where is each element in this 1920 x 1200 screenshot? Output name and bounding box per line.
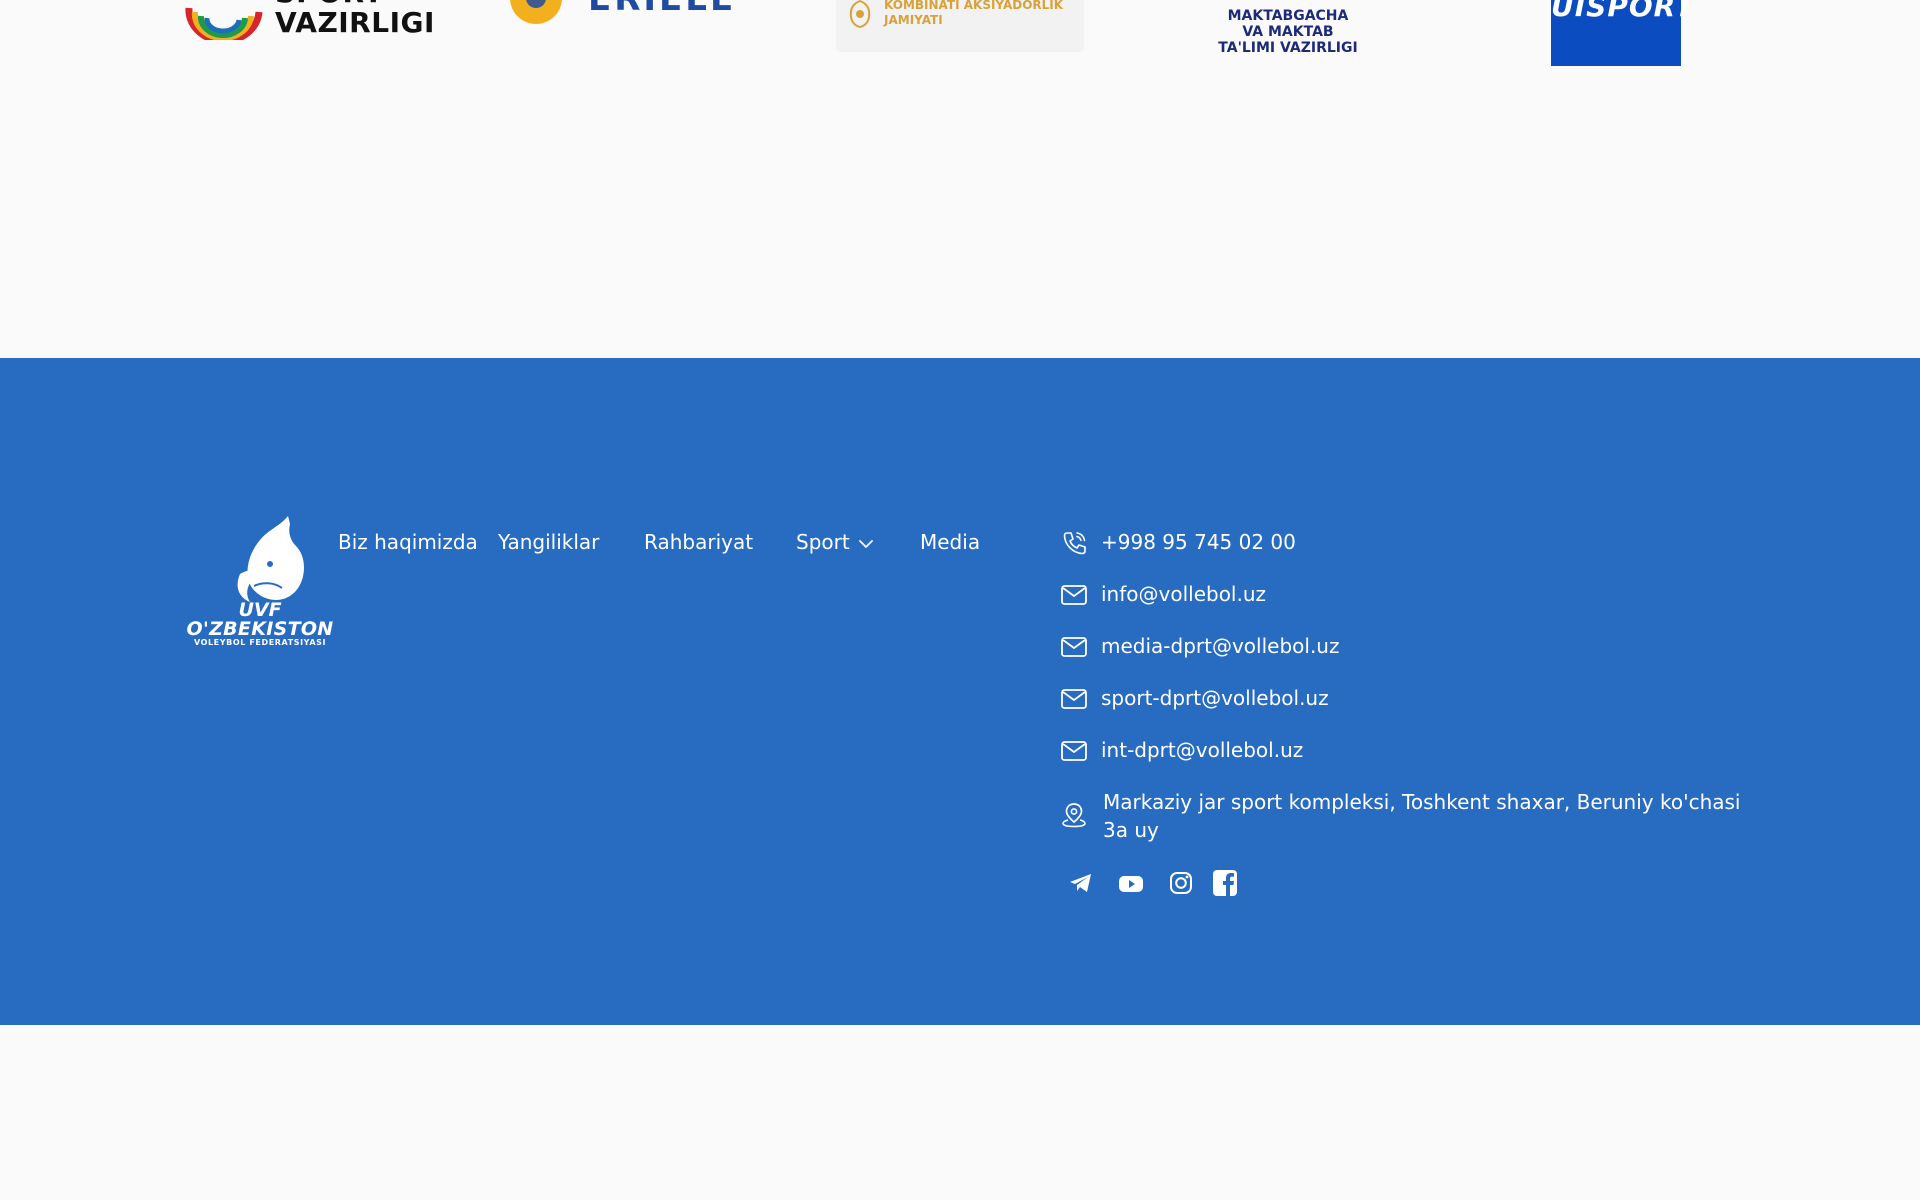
- mail-icon: [1061, 637, 1087, 657]
- sport-ministry-line2: VAZIRLIGI: [275, 6, 435, 39]
- phone-number[interactable]: +998 95 745 02 00: [1101, 528, 1296, 556]
- combine-line1: KOMBINATI AKSIYADORLIK: [884, 0, 1064, 12]
- partner-combine-logo[interactable]: KOMBINATI AKSIYADORLIK JAMIYATI: [836, 0, 1084, 52]
- nav-yangiliklar[interactable]: Yangiliklar: [498, 528, 599, 556]
- address-text: Markaziy jar sport kompleksi, Toshkent s…: [1103, 790, 1741, 842]
- partner-eriell-logo[interactable]: ERIELL: [508, 0, 768, 32]
- uisport-wordmark: UISPORT: [1551, 0, 1696, 23]
- social-links: [1062, 868, 1262, 900]
- map-pin-icon: [1062, 803, 1086, 828]
- nav-sport-dropdown[interactable]: Sport: [796, 528, 874, 556]
- instagram-icon[interactable]: [1166, 868, 1196, 898]
- facebook-icon[interactable]: [1210, 868, 1240, 898]
- combine-emblem-icon: [849, 0, 871, 28]
- partner-maktab-logo[interactable]: MAKTABGACHA VA MAKTAB TA'LIMI VAZIRLIGI: [1200, 8, 1376, 60]
- nav-biz-haqimizda[interactable]: Biz haqimizda: [338, 528, 478, 556]
- email-info[interactable]: info@vollebol.uz: [1101, 580, 1266, 608]
- partners-strip: SPORT VAZIRLIGI ERIELL KOMBINATI AKSIYAD…: [0, 0, 1920, 80]
- eriell-emblem-icon: [510, 0, 562, 24]
- mail-icon: [1061, 741, 1087, 761]
- logo-abbr: UVF: [238, 599, 282, 621]
- mail-icon: [1061, 689, 1087, 709]
- telegram-icon[interactable]: [1066, 868, 1096, 898]
- maktab-line1: MAKTABGACHA: [1227, 8, 1349, 24]
- eagle-emblem-icon: [237, 516, 304, 602]
- site-footer: UVF O'ZBEKISTON VOLEYBOL FEDERATSIYASI B…: [0, 358, 1920, 1025]
- maktab-line2: VA MAKTAB: [1242, 24, 1334, 40]
- nav-sport-label: Sport: [796, 530, 850, 554]
- combine-line2: JAMIYATI: [884, 13, 943, 27]
- sport-ministry-emblem-icon: [185, 7, 263, 40]
- email-int[interactable]: int-dprt@vollebol.uz: [1101, 736, 1303, 764]
- partner-uisport-logo[interactable]: UISPORT: [1551, 0, 1694, 66]
- email-media[interactable]: media-dprt@vollebol.uz: [1101, 632, 1339, 660]
- uvf-logo[interactable]: UVF O'ZBEKISTON VOLEYBOL FEDERATSIYASI: [180, 516, 340, 648]
- partner-sport-ministry-logo[interactable]: SPORT VAZIRLIGI: [183, 0, 434, 44]
- logo-federation: VOLEYBOL FEDERATSIYASI: [193, 638, 327, 647]
- nav-media[interactable]: Media: [920, 528, 980, 556]
- email-sport[interactable]: sport-dprt@vollebol.uz: [1101, 684, 1329, 712]
- nav-rahbariyat[interactable]: Rahbariyat: [644, 528, 753, 556]
- maktab-line3: TA'LIMI VAZIRLIGI: [1218, 40, 1358, 56]
- youtube-icon[interactable]: [1116, 868, 1146, 898]
- mail-icon: [1061, 585, 1087, 605]
- chevron-down-icon: [858, 539, 873, 548]
- eriell-wordmark: ERIELL: [588, 0, 735, 16]
- logo-country: O'ZBEKISTON: [186, 618, 334, 640]
- phone-icon: [1063, 532, 1086, 555]
